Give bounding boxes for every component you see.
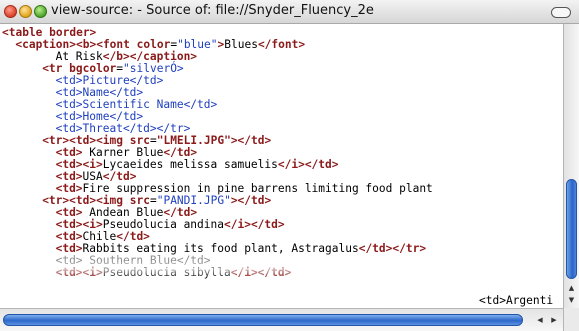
source-token: Pseudolucia sibylla [102, 266, 231, 279]
toolbar-toggle-icon[interactable] [551, 7, 571, 18]
triangle-right-icon[interactable]: ▶ [547, 314, 561, 326]
source-token: </font> [257, 38, 306, 51]
view-source-window: view-source: - Source of: file://Snyder_… [0, 0, 579, 331]
source-token: <td><i> [55, 266, 103, 279]
source-token: </i></td> [224, 218, 285, 231]
vertical-scrollbar[interactable]: ▲ ▼ [563, 24, 579, 308]
resize-grip[interactable] [563, 308, 579, 331]
window-title: view-source: - Source of: file://Snyder_… [51, 3, 374, 18]
zoom-icon[interactable] [34, 5, 47, 18]
source-line: <td><i>Pseudolucia sibylla</i></td> [56, 267, 292, 279]
horizontal-scroll-thumb[interactable] [3, 314, 523, 326]
source-token: Blues [224, 38, 258, 51]
source-overflow-text: <td>Argenti [479, 294, 554, 307]
minimize-icon[interactable] [19, 5, 32, 18]
horizontal-scrollbar[interactable]: ◀ ▶ [0, 308, 563, 331]
source-view[interactable]: <table border> <caption><b><font color="b… [0, 24, 563, 308]
vertical-scroll-thumb[interactable] [566, 179, 577, 279]
source-token: ></td> [230, 134, 272, 147]
triangle-left-icon[interactable]: ◀ [533, 314, 547, 326]
triangle-up-icon[interactable]: ▲ [564, 282, 579, 294]
title-bar[interactable]: view-source: - Source of: file://Snyder_… [0, 0, 579, 24]
source-token: </td></tr> [358, 242, 427, 255]
source-token: </i></td> [230, 266, 292, 279]
triangle-down-icon[interactable]: ▼ [564, 294, 579, 306]
source-token: ></td> [230, 194, 272, 207]
source-token: </i></td> [277, 158, 339, 171]
close-icon[interactable] [4, 5, 17, 18]
